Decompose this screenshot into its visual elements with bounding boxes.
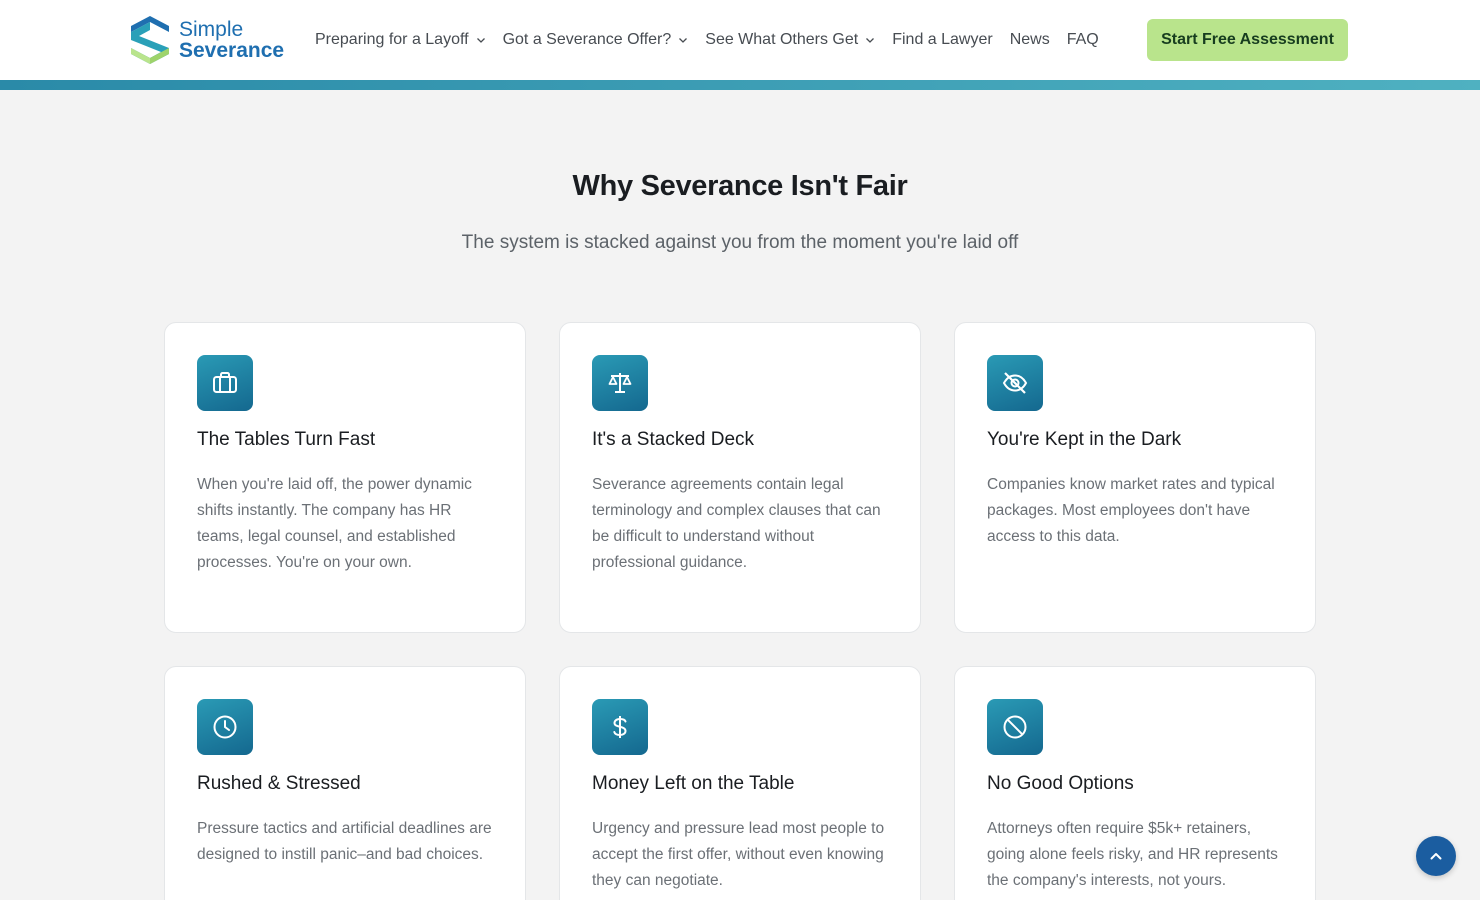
card-title: The Tables Turn Fast [197, 429, 376, 450]
section-title: Why Severance Isn't Fair [572, 170, 908, 202]
card-title: It's a Stacked Deck [592, 429, 755, 450]
clock-icon [197, 699, 253, 755]
nav-item-news[interactable]: News [1010, 31, 1050, 49]
card-title: Money Left on the Table [592, 773, 795, 794]
logo-s-icon [131, 16, 169, 64]
nav-item-label: See What Others Get [705, 31, 859, 48]
nav-item-label: Preparing for a Layoff [315, 31, 469, 48]
eye-off-icon [987, 355, 1043, 411]
nav-item-severance-offer[interactable]: Got a Severance Offer? [503, 31, 689, 49]
logo-text: Simple Severance [179, 19, 284, 61]
briefcase-icon [197, 355, 253, 411]
main-nav: Preparing for a Layoff Got a Severance O… [315, 29, 1116, 51]
chevron-down-icon [679, 38, 688, 43]
card-body: Attorneys often require $5k+ retainers, … [987, 820, 1278, 889]
nav-item-label: FAQ [1066, 31, 1099, 48]
nav-item-label: Find a Lawyer [892, 31, 993, 48]
site-header: Simple Severance Preparing for a Layoff … [0, 0, 1480, 80]
card-title: Rushed & Stressed [197, 773, 361, 794]
logo-line2: Severance [179, 39, 285, 62]
card-no-good-options: No Good Options Attorneys often require … [954, 666, 1316, 900]
nav-item-find-lawyer[interactable]: Find a Lawyer [892, 31, 993, 49]
scale-icon [592, 355, 648, 411]
card-body: Severance agreements contain legal termi… [592, 476, 881, 571]
logo-line1: Simple [179, 18, 244, 41]
card-money-left: Money Left on the Table Urgency and pres… [559, 666, 921, 900]
chevron-down-icon [866, 38, 875, 43]
card-tables-turn-fast: The Tables Turn Fast When you're laid of… [164, 322, 526, 633]
nav-item-label: News [1009, 31, 1050, 48]
card-title: You're Kept in the Dark [987, 429, 1182, 450]
nav-item-preparing-for-layoff[interactable]: Preparing for a Layoff [315, 31, 486, 49]
chevron-down-icon [476, 38, 485, 43]
ban-icon [987, 699, 1043, 755]
logo-link[interactable]: Simple Severance [131, 16, 284, 64]
start-assessment-button[interactable]: Start Free Assessment [1147, 19, 1348, 61]
card-stacked-deck: It's a Stacked Deck Severance agreements… [559, 322, 921, 633]
card-body: Pressure tactics and artificial deadline… [197, 820, 492, 863]
section-subtitle: The system is stacked against you from t… [461, 232, 1019, 253]
nav-item-see-what-others-get[interactable]: See What Others Get [705, 31, 875, 49]
card-body: When you're laid off, the power dynamic … [197, 476, 472, 571]
card-body: Urgency and pressure lead most people to… [592, 820, 885, 889]
card-title: No Good Options [987, 773, 1134, 794]
card-kept-in-dark: You're Kept in the Dark Companies know m… [954, 322, 1316, 633]
dollar-icon [592, 699, 648, 755]
scroll-to-top-button[interactable] [1416, 836, 1456, 876]
nav-item-label: Got a Severance Offer? [502, 31, 672, 48]
card-rushed-stressed: Rushed & Stressed Pressure tactics and a… [164, 666, 526, 900]
card-body: Companies know market rates and typical … [987, 476, 1275, 545]
nav-item-faq[interactable]: FAQ [1067, 31, 1099, 49]
chevron-up-icon [1430, 853, 1442, 860]
header-accent-bar [0, 80, 1480, 90]
